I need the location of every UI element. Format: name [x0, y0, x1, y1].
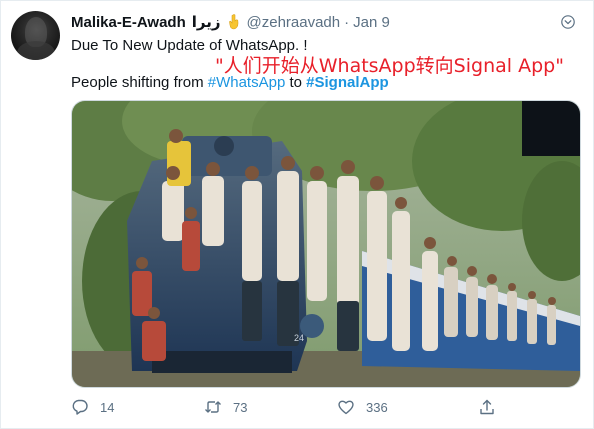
tweet-text-line2: People shifting from #WhatsApp to #Signa… [71, 74, 389, 91]
chevron-down-icon[interactable] [561, 15, 575, 29]
like-count: 336 [366, 399, 388, 415]
avatar[interactable] [11, 11, 60, 60]
like-icon [338, 400, 354, 415]
separator-dot: · [344, 13, 350, 31]
reply-count: 14 [100, 399, 115, 415]
reply-button[interactable]: 14 [71, 398, 114, 416]
crowded-train-image: 24 [72, 101, 580, 387]
retweet-count: 73 [233, 399, 248, 415]
hashtag-whatsapp[interactable]: #WhatsApp [208, 74, 286, 91]
share-button[interactable] [478, 398, 496, 416]
author-name[interactable]: Malika-E-Awadh [71, 14, 186, 31]
tweet-header: Malika-E-Awadh زیرا @zehraavadh · Jan 9 [71, 12, 390, 32]
line2-mid: to [285, 74, 307, 91]
retweet-icon [205, 401, 221, 413]
svg-text:24: 24 [294, 333, 304, 343]
tweet-actions: 14 73 336 [0, 398, 594, 418]
hashtag-signalapp[interactable]: #SignalApp [306, 74, 389, 91]
like-button[interactable]: 336 [337, 398, 388, 416]
author-name-urdu[interactable]: زیرا [192, 13, 221, 31]
retweet-button[interactable]: 73 [204, 398, 247, 416]
tweet-photo[interactable]: 24 [71, 100, 581, 388]
share-icon [480, 399, 494, 415]
hand-icon [228, 14, 238, 30]
reply-icon [72, 399, 88, 415]
tweet-date[interactable]: Jan 9 [353, 14, 390, 31]
line2-prefix: People shifting from [71, 74, 208, 91]
author-handle[interactable]: @zehraavadh [247, 14, 341, 31]
